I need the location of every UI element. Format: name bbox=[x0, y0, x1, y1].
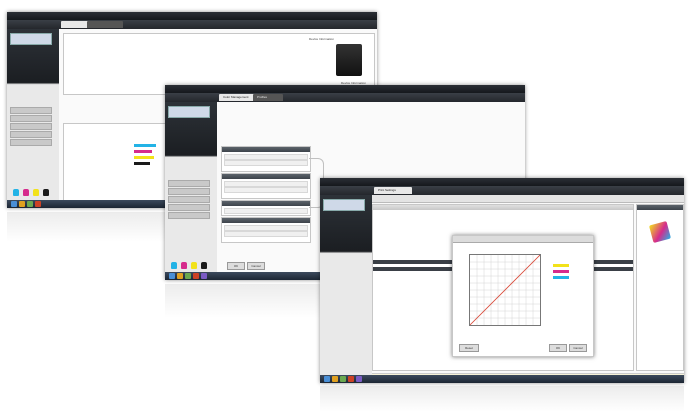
sidebar-item[interactable] bbox=[168, 196, 210, 203]
sidebar-item[interactable] bbox=[168, 204, 210, 211]
settings-panel bbox=[221, 200, 311, 216]
app-icon[interactable] bbox=[35, 201, 41, 207]
cancel-button[interactable]: Cancel bbox=[247, 262, 265, 270]
tab-print-settings[interactable]: Print Settings bbox=[374, 187, 412, 194]
sidebar-item-printer[interactable] bbox=[168, 106, 210, 118]
dialog-title bbox=[453, 236, 593, 243]
sidebar-item-printer[interactable] bbox=[10, 33, 52, 45]
title-bar bbox=[320, 178, 684, 186]
tab-bar: Color Management Profiles bbox=[165, 93, 525, 102]
taskbar bbox=[320, 375, 684, 383]
sidebar-item[interactable] bbox=[10, 123, 52, 130]
reset-button[interactable]: Reset bbox=[459, 344, 479, 352]
cyan-ink-icon bbox=[13, 189, 19, 196]
title-bar bbox=[165, 85, 525, 93]
black-ink-icon bbox=[43, 189, 49, 196]
app-icon[interactable] bbox=[177, 273, 183, 279]
panel-header bbox=[373, 205, 633, 210]
settings-row[interactable] bbox=[224, 231, 308, 237]
ok-button[interactable]: OK bbox=[549, 344, 567, 352]
settings-row[interactable] bbox=[224, 187, 308, 193]
window-print-settings: Print Settings Reset OK Cancel bbox=[320, 178, 684, 383]
ink-level-bar bbox=[134, 162, 150, 165]
panel-header bbox=[637, 205, 683, 210]
sidebar-item[interactable] bbox=[10, 115, 52, 122]
tone-curve-dialog: Reset OK Cancel bbox=[452, 235, 594, 357]
sidebar-item[interactable] bbox=[168, 180, 210, 187]
sidebar bbox=[165, 102, 217, 280]
settings-panel bbox=[221, 146, 311, 172]
cyan-ink-icon bbox=[171, 262, 177, 269]
ink-level-bar bbox=[134, 144, 156, 147]
sidebar-item[interactable] bbox=[10, 139, 52, 146]
channel-swatch bbox=[553, 270, 569, 273]
tab-settings[interactable] bbox=[87, 21, 123, 28]
tab-profiles[interactable]: Profiles bbox=[253, 94, 283, 101]
title-bar bbox=[7, 12, 377, 20]
tab-bar bbox=[7, 20, 377, 29]
sidebar-item[interactable] bbox=[168, 188, 210, 195]
app-icon[interactable] bbox=[185, 273, 191, 279]
panel-header bbox=[222, 174, 310, 179]
ok-button[interactable]: OK bbox=[227, 262, 245, 270]
panel-header bbox=[222, 218, 310, 223]
app-icon[interactable] bbox=[169, 273, 175, 279]
settings-row[interactable] bbox=[224, 208, 308, 214]
black-ink-icon bbox=[201, 262, 207, 269]
channel-swatch bbox=[553, 276, 569, 279]
app-icon[interactable] bbox=[348, 376, 354, 382]
sidebar-item[interactable] bbox=[10, 131, 52, 138]
settings-panel bbox=[221, 217, 311, 243]
app-icon[interactable] bbox=[356, 376, 362, 382]
app-icon[interactable] bbox=[11, 201, 17, 207]
app-icon[interactable] bbox=[19, 201, 25, 207]
printer-image bbox=[336, 44, 362, 76]
ink-level-bar bbox=[134, 156, 154, 159]
magenta-ink-icon bbox=[181, 262, 187, 269]
reflection bbox=[320, 386, 684, 412]
app-icon[interactable] bbox=[201, 273, 207, 279]
panel-header bbox=[222, 147, 310, 152]
panel-header bbox=[222, 201, 310, 206]
sidebar-item-printer[interactable] bbox=[323, 199, 365, 211]
app-icon[interactable] bbox=[27, 201, 33, 207]
app-icon[interactable] bbox=[324, 376, 330, 382]
cancel-button[interactable]: Cancel bbox=[569, 344, 587, 352]
main-content: Reset OK Cancel ● bbox=[372, 195, 684, 383]
preview-panel bbox=[636, 204, 684, 371]
magenta-ink-icon bbox=[23, 189, 29, 196]
tab-bar: Print Settings bbox=[320, 186, 684, 195]
settings-row[interactable] bbox=[224, 160, 308, 166]
device-info-label: Device Information bbox=[308, 37, 334, 41]
print-preview-icon bbox=[648, 220, 672, 244]
sidebar bbox=[7, 29, 59, 208]
yellow-ink-icon bbox=[191, 262, 197, 269]
sidebar-item[interactable] bbox=[10, 107, 52, 114]
app-icon[interactable] bbox=[332, 376, 338, 382]
ink-level-bar bbox=[134, 150, 152, 153]
app-icon[interactable] bbox=[340, 376, 346, 382]
channel-swatch bbox=[553, 264, 569, 267]
sidebar bbox=[320, 195, 372, 383]
app-icon[interactable] bbox=[193, 273, 199, 279]
sidebar-item[interactable] bbox=[168, 212, 210, 219]
toolbar bbox=[372, 195, 684, 203]
settings-panel bbox=[221, 173, 311, 199]
tab-color-management[interactable]: Color Management bbox=[219, 94, 257, 101]
tone-curve-chart[interactable] bbox=[469, 254, 541, 326]
yellow-ink-icon bbox=[33, 189, 39, 196]
